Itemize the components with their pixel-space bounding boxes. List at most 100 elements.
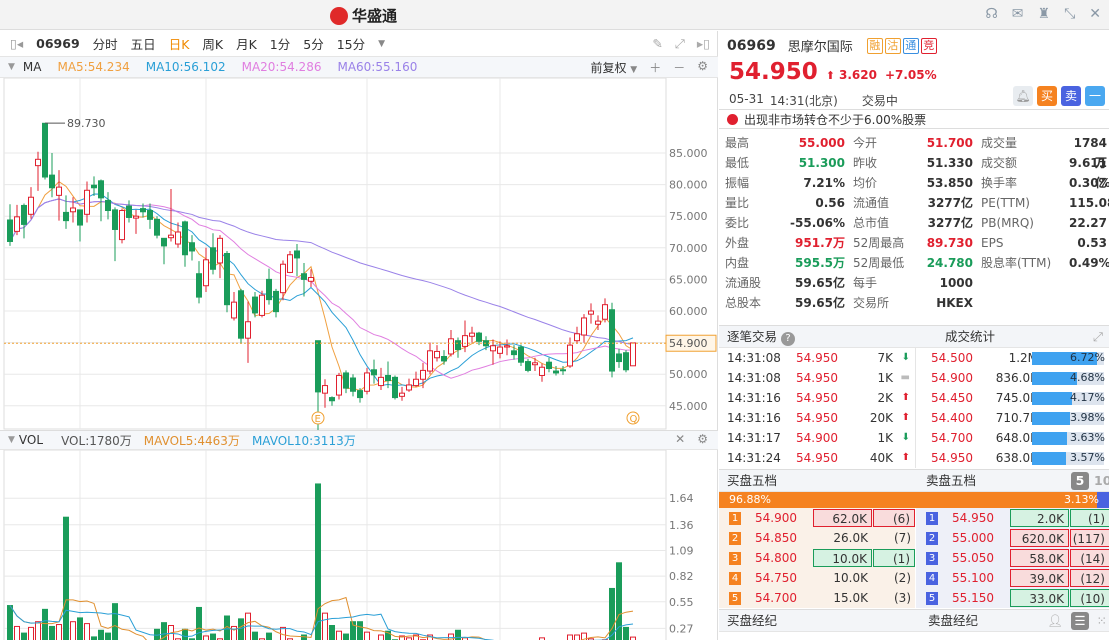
volume-stat-row: 54.500 1.2M 6.72% xyxy=(917,348,1109,368)
volume-chart[interactable]: 1.641.361.090.820.550.27亿2021-02030405 xyxy=(0,450,718,640)
bid-ask-ratio-bar: 96.88% 3.13% xyxy=(719,492,1109,508)
order-level-row[interactable]: 4 55.100 39.0K (12) xyxy=(916,568,1109,588)
quote-name: 思摩尔国际 xyxy=(787,40,853,55)
mavol10-value: MAVOL10:3113万 xyxy=(251,433,356,448)
volume-bar xyxy=(364,631,370,640)
order-level-row[interactable]: 2 55.000 620.0K (117) xyxy=(916,528,1109,548)
order-level-row[interactable]: 1 54.950 2.0K (1) xyxy=(916,508,1109,528)
gear-icon[interactable]: ⚙ xyxy=(697,59,708,76)
tab-period[interactable]: 1分 xyxy=(270,34,290,53)
stat-label: 流通值 xyxy=(853,196,890,210)
person-icon[interactable]: 👤︎ xyxy=(1047,610,1063,632)
notice-bar: 出现非市场转仓不少于6.00%股票 xyxy=(719,109,1109,129)
close-icon[interactable]: ✕ xyxy=(1089,6,1101,22)
price-chart[interactable]: 85.00080.00075.00070.00065.00060.00055.0… xyxy=(0,78,718,430)
stat-value: 0.49% xyxy=(1069,256,1109,270)
volume-bar xyxy=(322,612,328,640)
order-level-row[interactable]: 5 54.700 15.0K (3) xyxy=(719,588,915,608)
level-number: 5 xyxy=(729,592,741,605)
grid-icon[interactable]: ⁙ xyxy=(1097,610,1107,632)
stat-label: 成交量 xyxy=(981,136,1018,150)
trade-row: 14:31:08 54.950 1K ▬ xyxy=(719,368,915,388)
tab-period[interactable]: 月K xyxy=(236,34,257,53)
plus-icon[interactable]: ＋ xyxy=(649,59,661,76)
collapse-arrow-icon[interactable]: ▼ xyxy=(8,435,15,445)
level-volume: 10.0K xyxy=(813,549,872,567)
help-icon[interactable]: ? xyxy=(781,332,795,346)
volume-stat-row: 54.950 638.0K 3.57% xyxy=(917,448,1109,468)
tab-period[interactable]: 分时 xyxy=(93,34,118,53)
order-level-row[interactable]: 3 55.050 58.0K (14) xyxy=(916,548,1109,568)
stats-grid: 最高 55.000 今开 51.700 成交量 1784万 最低 51.300 昨收 51.330… xyxy=(719,133,1109,313)
bell-icon[interactable]: 🔔︎ xyxy=(1013,86,1033,106)
level-number: 2 xyxy=(926,532,938,545)
gear-icon[interactable]: ⚙ xyxy=(697,432,708,446)
stat-label: 总股本 xyxy=(725,296,762,310)
candle-body xyxy=(574,333,580,342)
ma60-value: MA60:55.160 xyxy=(337,60,418,74)
price-tick-label: 85.000 xyxy=(669,147,708,160)
bid-levels: 1 54.900 62.0K (6) 2 54.850 26.0K (7) 3 54.800 10.… xyxy=(719,508,915,608)
order-level-row[interactable]: 1 54.900 62.0K (6) xyxy=(719,508,915,528)
trade-volume: 1K xyxy=(877,431,893,445)
order-level-row[interactable]: 5 55.150 33.0K (10) xyxy=(916,588,1109,608)
depth-10-button[interactable]: 10 xyxy=(1094,470,1109,492)
trades-header: 逐笔交易 ? 成交统计 ⤢ xyxy=(719,325,1109,348)
pencil-icon[interactable]: ✎ xyxy=(652,36,662,52)
minus-icon[interactable]: － xyxy=(673,59,685,76)
buy-button[interactable]: 买 xyxy=(1037,86,1057,106)
adjust-select[interactable]: 前复权 ▼ xyxy=(590,59,637,76)
order-level-row[interactable]: 3 54.800 10.0K (1) xyxy=(719,548,915,568)
candle-body xyxy=(630,342,636,367)
tab-period[interactable]: 15分 xyxy=(337,34,365,53)
volume-bar xyxy=(252,631,258,640)
stat-label xyxy=(975,273,1063,293)
stat-value: 951.7万 xyxy=(795,236,845,250)
shrink-icon[interactable]: ⤡ xyxy=(1064,6,1075,22)
collapse-button[interactable]: 一 xyxy=(1085,86,1105,106)
trade-volume: 40K xyxy=(869,451,893,465)
level-number: 4 xyxy=(729,572,741,585)
stat-price: 54.700 xyxy=(931,431,973,445)
close-icon[interactable]: ✕ xyxy=(675,432,685,446)
trade-time: 14:31:16 xyxy=(727,391,781,405)
headset-icon[interactable]: ☊ xyxy=(985,6,997,22)
more-periods-icon[interactable]: ▼ xyxy=(378,39,385,49)
shirt-icon[interactable]: ♜ xyxy=(1038,6,1051,22)
order-level-row[interactable]: 4 54.750 10.0K (2) xyxy=(719,568,915,588)
collapse-icon[interactable]: ▯◂ xyxy=(10,36,23,51)
badge-margin: 融 xyxy=(866,38,883,54)
level-volume: 62.0K xyxy=(813,509,872,527)
tab-period[interactable]: 五日 xyxy=(131,34,156,53)
order-level-row[interactable]: 2 54.850 26.0K (7) xyxy=(719,528,915,548)
volume-bar xyxy=(357,621,363,640)
sell-button[interactable]: 卖 xyxy=(1061,86,1081,106)
trade-time: 14:31:08 xyxy=(727,371,781,385)
candle-body xyxy=(217,237,223,264)
depth-5-button[interactable]: 5 xyxy=(1071,472,1089,490)
expand-panel-icon[interactable]: ▸▯ xyxy=(697,36,710,52)
tab-period-active[interactable]: 日K xyxy=(169,34,190,53)
candle-body xyxy=(525,361,531,371)
candle-body xyxy=(105,199,111,212)
collapse-arrow-icon[interactable]: ▼ xyxy=(8,62,15,72)
stat-label: 最高 xyxy=(725,136,750,150)
volume-bar xyxy=(7,605,13,640)
tab-period[interactable]: 周K xyxy=(202,34,223,53)
candle-body xyxy=(420,369,426,380)
tab-period[interactable]: 5分 xyxy=(303,34,323,53)
chart-panel: ▯◂ 06969 分时 五日 日K 周K 月K 1分 5分 15分 ▼ ✎ ⤢ ▸▯… xyxy=(0,31,718,640)
list-icon[interactable]: ☰ xyxy=(1071,612,1089,630)
price-tick-label: 80.000 xyxy=(669,179,708,192)
volume-bar xyxy=(378,634,384,640)
level-number: 1 xyxy=(729,512,741,525)
trade-time: 14:31:16 xyxy=(727,411,781,425)
stat-pct: 3.63% xyxy=(1070,431,1105,444)
expand-icon[interactable]: ⤢ xyxy=(1093,326,1103,348)
mail-icon[interactable]: ✉ xyxy=(1012,6,1024,22)
candle-body xyxy=(490,345,496,352)
stat-pct: 4.68% xyxy=(1070,371,1105,384)
candle-body xyxy=(476,332,482,342)
price-tick-label: 50.000 xyxy=(669,368,708,381)
fullscreen-icon[interactable]: ⤢ xyxy=(675,36,685,52)
